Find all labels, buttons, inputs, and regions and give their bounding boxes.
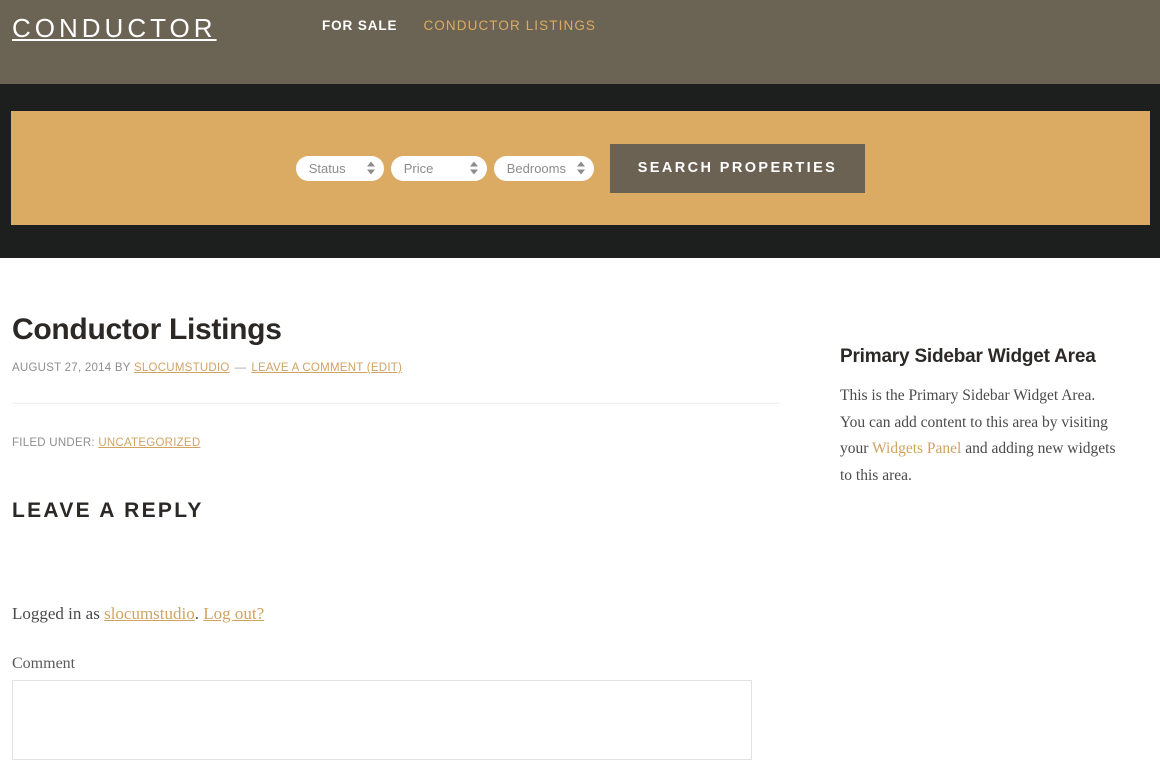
sidebar-widget-title: Primary Sidebar Widget Area xyxy=(840,346,1096,367)
widgets-panel-link[interactable]: Widgets Panel xyxy=(872,440,961,457)
price-select[interactable]: Price xyxy=(390,155,487,181)
current-user-link[interactable]: slocumstudio xyxy=(104,604,195,623)
property-search-panel: Status Price Bedrooms SEARCH PROPERTIES xyxy=(11,111,1150,225)
content-divider xyxy=(12,403,780,404)
main-content-column: Conductor Listings AUGUST 27, 2014 BY SL… xyxy=(12,313,780,760)
comment-field-label: Comment xyxy=(12,655,76,672)
nav-item-for-sale[interactable]: FOR SALE xyxy=(322,18,397,33)
category-link-uncategorized[interactable]: UNCATEGORIZED xyxy=(98,437,200,449)
price-select-wrapper: Price xyxy=(390,155,487,181)
post-footer-categories: FILED UNDER: UNCATEGORIZED xyxy=(12,437,200,449)
status-select-wrapper: Status xyxy=(295,155,384,181)
log-out-link[interactable]: Log out? xyxy=(203,604,264,623)
post-date-by-label: AUGUST 27, 2014 BY xyxy=(12,362,134,374)
primary-sidebar: Primary Sidebar Widget Area This is the … xyxy=(840,346,1140,490)
status-select[interactable]: Status xyxy=(295,155,384,181)
logged-in-prefix: Logged in as xyxy=(12,604,105,623)
leave-a-comment-link[interactable]: LEAVE A COMMENT (EDIT) xyxy=(251,362,402,374)
sidebar-widget-text: This is the Primary Sidebar Widget Area.… xyxy=(840,383,1122,490)
site-logo[interactable]: CONDUCTOR xyxy=(12,13,217,44)
property-search-form: Status Price Bedrooms SEARCH PROPERTIES xyxy=(11,111,1150,225)
logged-in-period: . xyxy=(194,604,204,623)
site-header: CONDUCTOR FOR SALE CONDUCTOR LISTINGS xyxy=(0,0,1160,84)
search-properties-button[interactable]: SEARCH PROPERTIES xyxy=(609,143,866,193)
leave-a-reply-heading: LEAVE A REPLY xyxy=(12,499,204,522)
primary-navigation: FOR SALE CONDUCTOR LISTINGS xyxy=(322,18,596,33)
logged-in-as-notice: Logged in as slocumstudio. Log out? xyxy=(12,604,264,624)
bedrooms-select-wrapper: Bedrooms xyxy=(493,155,594,181)
bedrooms-select[interactable]: Bedrooms xyxy=(493,155,594,181)
comment-textarea[interactable] xyxy=(12,680,752,760)
post-author-link[interactable]: SLOCUMSTUDIO xyxy=(134,362,230,374)
search-band: Status Price Bedrooms SEARCH PROPERTIES xyxy=(0,84,1160,258)
page-title: Conductor Listings xyxy=(12,313,282,346)
meta-separator: — xyxy=(234,362,247,374)
filed-under-label: FILED UNDER: xyxy=(12,437,99,449)
post-meta: AUGUST 27, 2014 BY SLOCUMSTUDIO — LEAVE A … xyxy=(12,362,752,374)
nav-item-conductor-listings[interactable]: CONDUCTOR LISTINGS xyxy=(423,18,596,33)
content-wrapper: Conductor Listings AUGUST 27, 2014 BY SL… xyxy=(0,258,1160,760)
